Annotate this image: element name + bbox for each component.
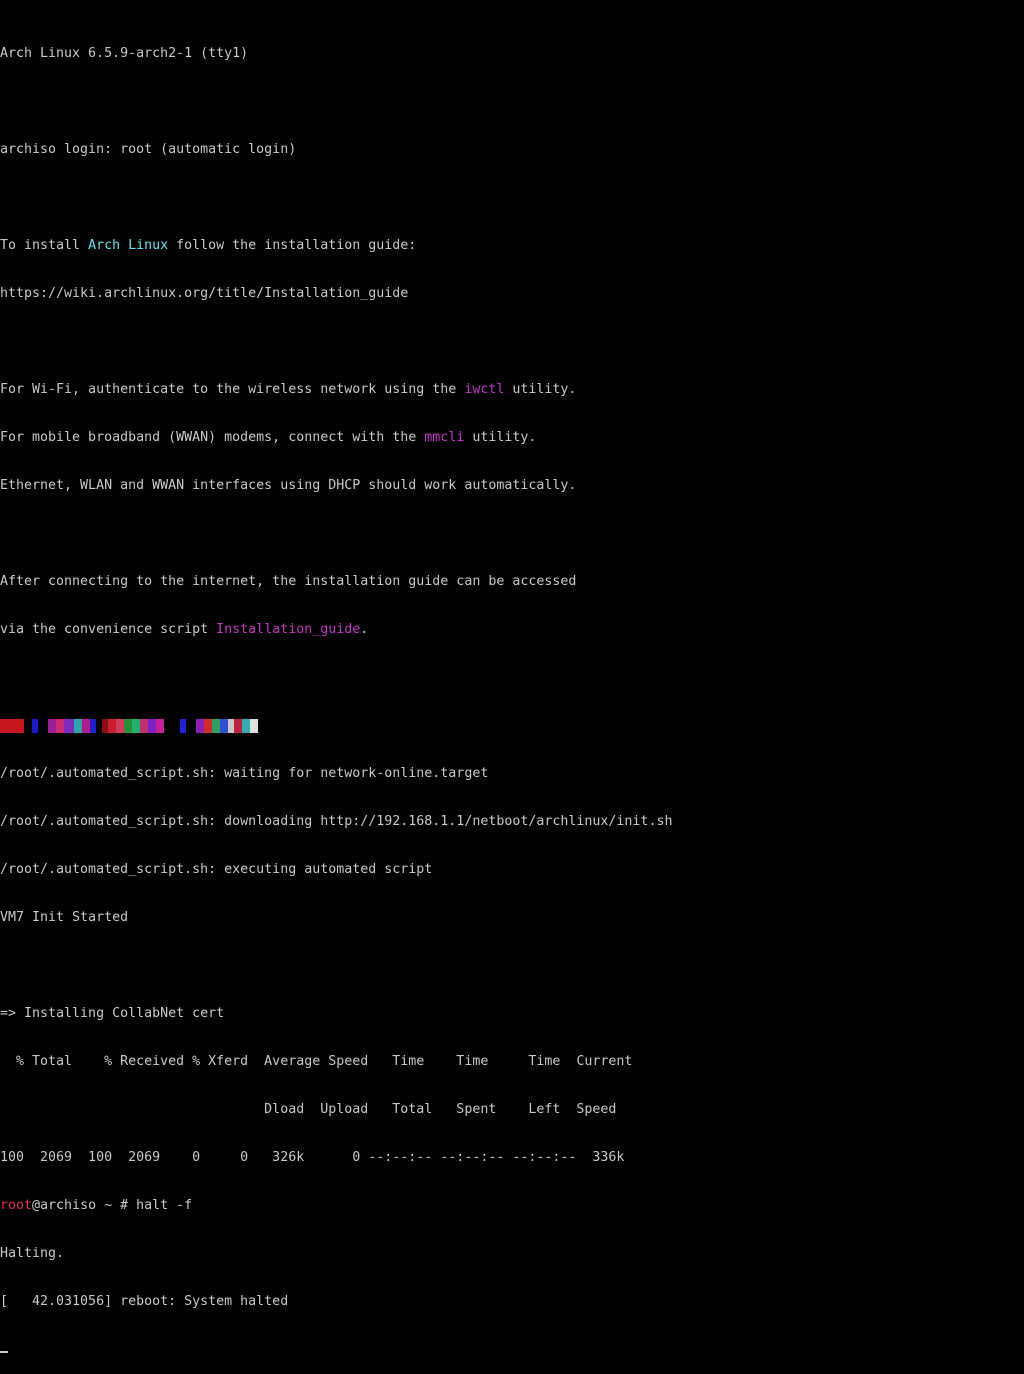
wwan-line: For mobile broadband (WWAN) modems, conn… [0,430,1024,446]
iwctl-highlight: iwctl [464,382,505,397]
install-guide-line: To install Arch Linux follow the install… [0,238,1024,254]
install-text: To install [0,238,89,253]
curl-progress-line: 100 2069 100 2069 0 0 326k 0 --:--:-- --… [0,1150,625,1165]
color-glitch-bar [0,718,1024,734]
cursor-line[interactable] [0,1342,1024,1358]
convenience-text-tail: . [360,622,369,637]
wifi-line: For Wi-Fi, authenticate to the wireless … [0,382,1024,398]
convenience-line: via the convenience script Installation_… [0,622,1024,638]
wifi-text: For Wi-Fi, authenticate to the wireless … [0,382,465,397]
terminal-screen[interactable]: Arch Linux 6.5.9-arch2-1 (tty1) archiso … [0,14,1024,1353]
text-cursor [0,1351,8,1353]
script-executing-line: /root/.automated_script.sh: executing au… [0,862,433,877]
script-waiting-line: /root/.automated_script.sh: waiting for … [0,766,489,781]
script-downloading-line: /root/.automated_script.sh: downloading … [0,814,673,829]
wwan-text-tail: utility. [464,430,537,445]
install-text-tail: follow the installation guide: [168,238,417,253]
curl-header-line: % Total % Received % Xferd Average Speed… [0,1054,633,1069]
collabnet-cert-line: => Installing CollabNet cert [0,1006,225,1021]
prompt-command: @archiso ~ # halt -f [32,1198,193,1213]
halting-line: Halting. [0,1246,65,1261]
wwan-text: For mobile broadband (WWAN) modems, conn… [0,430,425,445]
init-started-line: VM7 Init Started [0,910,129,925]
convenience-text: via the convenience script [0,622,217,637]
arch-linux-highlight: Arch Linux [88,238,169,253]
shell-prompt-line: root@archiso ~ # halt -f [0,1198,1024,1214]
boot-banner: Arch Linux 6.5.9-arch2-1 (tty1) [0,46,249,61]
system-halted-line: [ 42.031056] reboot: System halted [0,1294,289,1309]
after-connect-line: After connecting to the internet, the in… [0,574,577,589]
installation-guide-highlight: Installation_guide [216,622,361,637]
prompt-user: root [0,1198,33,1213]
login-line: archiso login: root (automatic login) [0,142,297,157]
wifi-text-tail: utility. [504,382,577,397]
mmcli-highlight: mmcli [424,430,465,445]
ethernet-line: Ethernet, WLAN and WWAN interfaces using… [0,478,577,493]
curl-subheader-line: Dload Upload Total Spent Left Speed [0,1102,617,1117]
guide-url: https://wiki.archlinux.org/title/Install… [0,286,409,301]
